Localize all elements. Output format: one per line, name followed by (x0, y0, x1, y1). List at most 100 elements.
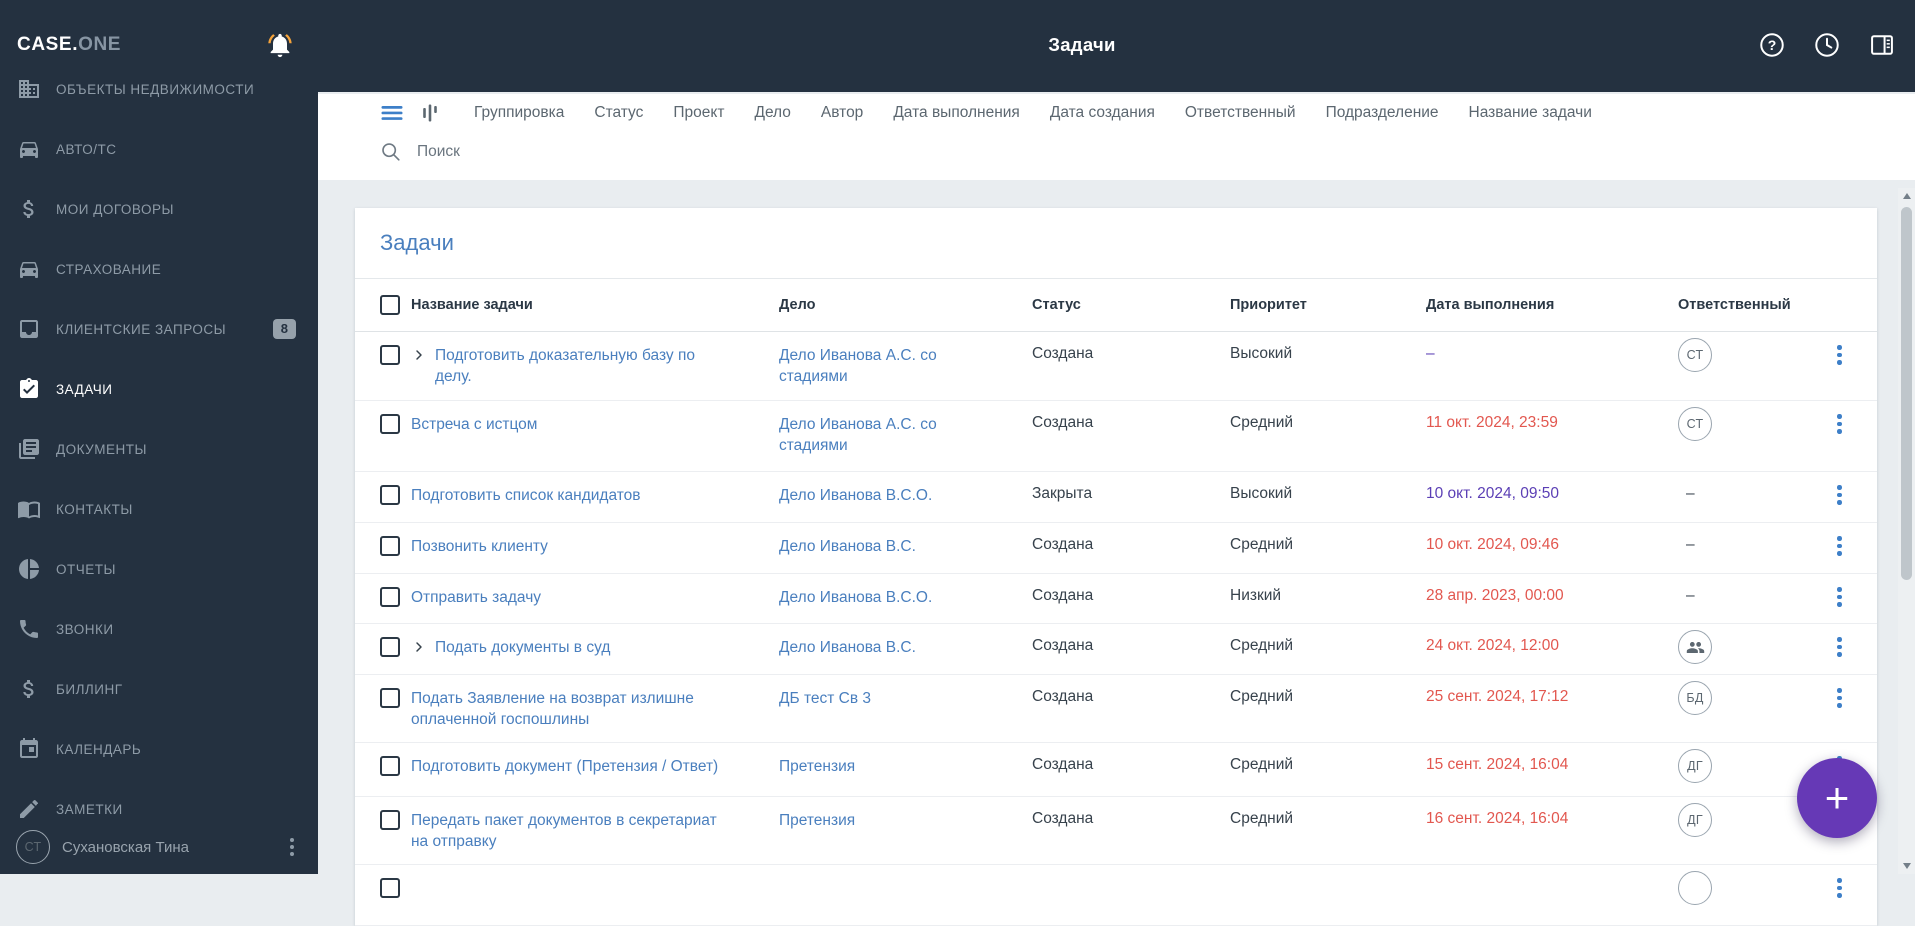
search-input[interactable] (415, 142, 819, 162)
sidebar-item-label: ЗАДАЧИ (56, 381, 113, 397)
scrollbar-thumb[interactable] (1901, 207, 1912, 580)
filter-label-2[interactable]: Статус (594, 104, 643, 122)
priority-cell: Средний (1230, 414, 1294, 431)
filter-label-9[interactable]: Подразделение (1326, 104, 1439, 122)
row-checkbox[interactable] (380, 485, 400, 505)
task-link[interactable]: Подать документы в суд (435, 637, 610, 658)
sidebar-item-tasks[interactable]: ЗАДАЧИ (0, 359, 318, 419)
task-row[interactable]: Встреча с истцом Дело Иванова А.С. со ста… (355, 401, 1877, 472)
sidebar-item-client-requests[interactable]: КЛИЕНТСКИЕ ЗАПРОСЫ 8 (0, 299, 318, 359)
case-link[interactable]: Дело Иванова В.С. (779, 538, 916, 555)
row-menu-button[interactable] (1831, 875, 1848, 901)
task-row[interactable]: Подготовить документ (Претензия / Ответ)… (355, 743, 1877, 797)
sidebar-item-real-estate[interactable]: ОБЪЕКТЫ НЕДВИЖИМОСТИ (0, 59, 318, 119)
history-icon[interactable] (1813, 31, 1841, 59)
layout-panel-icon[interactable] (1868, 31, 1896, 59)
row-menu-button[interactable] (1831, 342, 1848, 368)
row-checkbox[interactable] (380, 587, 400, 607)
task-link[interactable]: Подготовить документ (Претензия / Ответ) (411, 756, 718, 777)
add-task-fab-button[interactable]: + (1797, 758, 1877, 838)
dollar-icon (23, 680, 34, 698)
tasks-icon (20, 378, 38, 398)
sidebar-user[interactable]: СТ Сухановская Тина (0, 825, 318, 869)
columns-filter-icon[interactable] (420, 103, 440, 123)
case-link[interactable]: Дело Иванова В.С.О. (779, 487, 932, 504)
sidebar-item-billing[interactable]: БИЛЛИНГ (0, 659, 318, 719)
task-link[interactable]: Подать Заявление на возврат излишне опла… (411, 688, 731, 730)
sidebar-item-auto[interactable]: АВТО/ТС (0, 119, 318, 179)
row-menu-button[interactable] (1831, 685, 1848, 711)
case-link[interactable]: Претензия (779, 812, 855, 829)
task-row[interactable]: Подать документы в суд Дело Иванова В.С. С… (355, 624, 1877, 675)
row-checkbox[interactable] (380, 414, 400, 434)
case-link[interactable]: Претензия (779, 758, 855, 775)
chevron-right-icon[interactable] (411, 639, 427, 655)
case-link[interactable]: Дело Иванова А.С. со стадиями (779, 347, 937, 385)
task-row[interactable]: Передать пакет документов в секретариат … (355, 797, 1877, 865)
sidebar-item-documents[interactable]: ДОКУМЕНТЫ (0, 419, 318, 479)
case-link[interactable]: Дело Иванова В.С. (779, 639, 916, 656)
chevron-right-icon[interactable] (411, 347, 427, 363)
row-menu-button[interactable] (1831, 533, 1848, 559)
case-cell: Дело Иванова В.С.О. (779, 574, 1032, 620)
task-link[interactable]: Позвонить клиенту (411, 536, 548, 557)
row-checkbox[interactable] (380, 688, 400, 708)
task-row[interactable]: Отправить задачу Дело Иванова В.С.О. Созда… (355, 574, 1877, 624)
help-icon[interactable]: ? (1758, 31, 1786, 59)
filter-label-8[interactable]: Ответственный (1185, 104, 1296, 122)
sidebar-item-insurance[interactable]: СТРАХОВАНИЕ (0, 239, 318, 299)
filter-label-4[interactable]: Дело (754, 104, 790, 122)
row-menu-button[interactable] (1831, 411, 1848, 437)
sidebar-item-calendar[interactable]: КАЛЕНДАРЬ (0, 719, 318, 779)
sidebar-item-calls[interactable]: ЗВОНКИ (0, 599, 318, 659)
task-row[interactable]: Подготовить список кандидатов Дело Иванов… (355, 472, 1877, 523)
sidebar-item-reports[interactable]: ОТЧЕТЫ (0, 539, 318, 599)
task-link[interactable]: Встреча с истцом (411, 414, 537, 435)
row-menu-button[interactable] (1831, 584, 1848, 610)
filter-label-5[interactable]: Автор (821, 104, 863, 122)
task-row[interactable]: Подать Заявление на возврат излишне опла… (355, 675, 1877, 743)
sidebar-item-label: АВТО/ТС (56, 141, 117, 157)
documents-icon (19, 439, 39, 459)
scroll-down-arrow[interactable] (1898, 858, 1915, 874)
notifications-bell-icon[interactable] (266, 29, 294, 61)
row-checkbox[interactable] (380, 878, 400, 898)
filter-label-6[interactable]: Дата выполнения (893, 104, 1020, 122)
row-checkbox-cell (355, 624, 403, 657)
task-name-cell: Подать документы в суд (403, 624, 779, 670)
task-link[interactable]: Отправить задачу (411, 587, 541, 608)
vertical-scrollbar[interactable] (1898, 188, 1915, 874)
sidebar-item-contacts[interactable]: КОНТАКТЫ (0, 479, 318, 539)
row-menu-button[interactable] (1831, 634, 1848, 660)
scroll-up-arrow[interactable] (1898, 188, 1915, 204)
case-link[interactable]: Дело Иванова А.С. со стадиями (779, 416, 937, 454)
group-avatar (1678, 630, 1712, 664)
filter-label-10[interactable]: Название задачи (1469, 104, 1592, 122)
select-all-checkbox[interactable] (380, 295, 400, 315)
case-link[interactable]: ДБ тест Св 3 (779, 690, 871, 707)
row-checkbox-cell (355, 523, 403, 556)
row-checkbox[interactable] (380, 810, 400, 830)
task-row[interactable]: Позвонить клиенту Дело Иванова В.С. Создан… (355, 523, 1877, 574)
row-checkbox[interactable] (380, 637, 400, 657)
task-link[interactable]: Передать пакет документов в секретариат … (411, 810, 731, 852)
due-date: 11 окт. 2024, 23:59 (1426, 414, 1558, 431)
task-link[interactable]: Подготовить список кандидатов (411, 485, 641, 506)
task-link[interactable]: Подготовить доказательную базу по делу. (435, 345, 731, 387)
sidebar-item-contracts[interactable]: МОИ ДОГОВОРЫ (0, 179, 318, 239)
menu-hamburger-icon[interactable] (380, 101, 404, 125)
case-link[interactable]: Дело Иванова В.С.О. (779, 589, 932, 606)
filter-label-1[interactable]: Группировка (474, 104, 564, 122)
row-checkbox[interactable] (380, 756, 400, 776)
task-row[interactable]: Подготовить доказательную базу по делу. Д… (355, 332, 1877, 401)
filter-label-7[interactable]: Дата создания (1050, 104, 1155, 122)
row-checkbox[interactable] (380, 345, 400, 365)
due-date: 24 окт. 2024, 12:00 (1426, 637, 1559, 654)
row-checkbox[interactable] (380, 536, 400, 556)
task-name-cell: Отправить задачу (403, 574, 779, 620)
task-row[interactable] (355, 865, 1877, 926)
search-icon (382, 143, 400, 161)
filter-label-3[interactable]: Проект (673, 104, 724, 122)
row-menu-button[interactable] (1831, 482, 1848, 508)
user-menu-button[interactable] (290, 835, 294, 859)
